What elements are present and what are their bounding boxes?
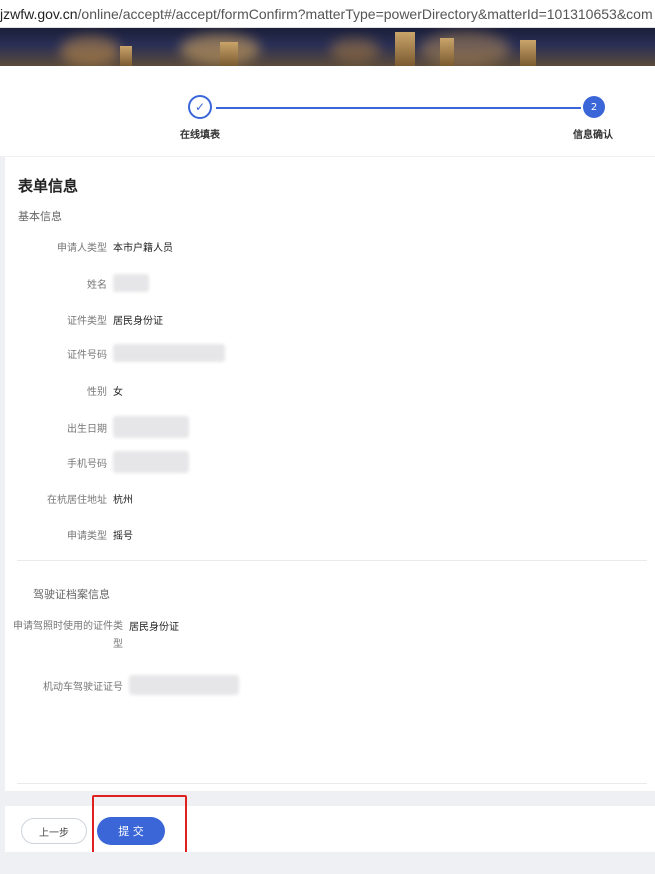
step-2-indicator: 2	[583, 96, 605, 118]
field-residence: 在杭居住地址 杭州	[5, 491, 133, 506]
section-divider	[17, 783, 647, 784]
field-gender: 性别 女	[5, 383, 123, 398]
address-bar[interactable]: jzwfw.gov.cn/online/accept#/accept/formC…	[0, 0, 655, 28]
field-id-number: 证件号码	[5, 344, 225, 362]
field-applicant-type: 申请人类型 本市户籍人员	[5, 239, 173, 254]
annotation-highlight-box	[92, 795, 187, 858]
page-bottom	[0, 852, 655, 874]
field-license-number: 机动车驾驶证证号	[5, 675, 239, 695]
field-name: 姓名	[5, 274, 149, 292]
progress-steps: ✓ 2 在线填表 信息确认	[0, 66, 655, 156]
field-label: 申请人类型	[57, 243, 107, 254]
field-value: 居民身份证	[129, 622, 179, 633]
field-label: 机动车驾驶证证号	[43, 681, 123, 693]
field-value: 女	[113, 387, 123, 398]
redacted-value	[113, 416, 189, 438]
section-divider	[17, 560, 647, 561]
license-info-heading: 驾驶证档案信息	[33, 588, 110, 601]
field-apply-type: 申请类型 摇号	[5, 527, 133, 542]
field-license-id-type: 申请驾照时使用的证件类型 居民身份证	[5, 618, 179, 654]
previous-step-button[interactable]: 上一步	[21, 818, 87, 844]
field-label: 申请类型	[67, 531, 107, 542]
field-label: 在杭居住地址	[47, 495, 107, 506]
field-label: 姓名	[87, 279, 107, 291]
field-birth-date: 出生日期	[5, 416, 189, 438]
step-connector	[216, 107, 581, 109]
header-banner	[0, 28, 655, 66]
check-icon: ✓	[188, 95, 212, 119]
field-phone: 手机号码	[5, 451, 189, 473]
redacted-value	[129, 675, 239, 695]
field-label: 申请驾照时使用的证件类型	[13, 621, 123, 650]
field-label: 证件号码	[67, 349, 107, 361]
redacted-value	[113, 451, 189, 473]
redacted-value	[113, 274, 149, 292]
field-value: 摇号	[113, 531, 133, 542]
step-1-label: 在线填表	[180, 130, 220, 141]
form-title: 表单信息	[18, 177, 79, 195]
step-2-label: 信息确认	[573, 130, 613, 141]
field-label: 出生日期	[67, 423, 107, 435]
redacted-value	[113, 344, 225, 362]
field-label: 手机号码	[67, 458, 107, 470]
field-label: 证件类型	[67, 316, 107, 327]
field-value: 居民身份证	[113, 316, 163, 327]
field-value: 本市户籍人员	[113, 243, 173, 254]
form-card: 表单信息 基本信息 申请人类型 本市户籍人员 姓名 证件类型 居民身份证 证件号…	[5, 157, 655, 791]
field-value: 杭州	[113, 495, 133, 506]
url-path: /online/accept#/accept/formConfirm?matte…	[77, 5, 653, 22]
field-id-type: 证件类型 居民身份证	[5, 312, 163, 327]
url-host: jzwfw.gov.cn	[0, 5, 78, 22]
basic-info-heading: 基本信息	[18, 210, 62, 223]
field-label: 性别	[87, 387, 107, 398]
